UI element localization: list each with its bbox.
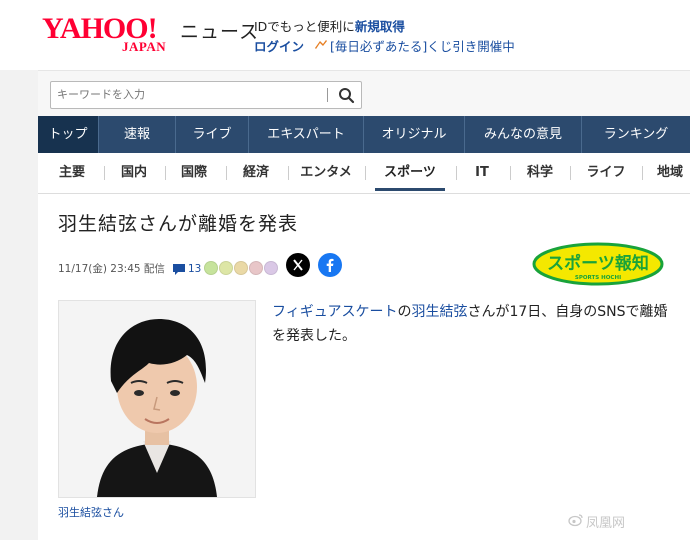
nav-breaking[interactable]: 速報 [99,116,176,153]
signup-link[interactable]: 新規取得 [355,19,405,34]
id-promo: IDでもっと便利に新規取得 [254,19,405,35]
search-input[interactable] [51,82,333,106]
category-divider [510,166,511,180]
photo-caption[interactable]: 羽生結弦さん [58,504,124,520]
reaction-face-icon [234,261,248,275]
share-x-button[interactable] [286,253,310,277]
nav-top[interactable]: トップ [38,116,99,153]
search-box [50,81,362,109]
weibo-icon [568,513,584,531]
promo-text: IDでもっと便利に [254,19,355,34]
category-divider [226,166,227,180]
publish-date: 11/17(金) 23:45 配信 [58,263,165,275]
category-divider [165,166,166,180]
nav-original[interactable]: オリジナル [364,116,465,153]
comment-icon[interactable] [172,262,186,284]
category-main[interactable]: 主要 [52,163,92,183]
category-divider [570,166,571,180]
category-entertainment[interactable]: エンタメ [296,163,356,183]
figure-skating-link[interactable]: フィギュアスケート [272,304,397,320]
search-divider [327,88,328,102]
sponsor-name: スポーツ報知 [547,253,649,274]
category-divider [365,166,366,180]
article-body: フィギュアスケートの羽生結弦さんが17日、自身のSNSで離婚を発表した。 [272,300,672,348]
service-name[interactable]: ニュース [180,20,259,44]
category-divider [288,166,289,180]
article-title: 羽生結弦さんが離婚を発表 [58,213,299,235]
category-divider [456,166,457,180]
login-row: ログイン [毎日必ずあたる]くじ引き開催中 [254,39,515,55]
category-nav: 主要 国内 国際 経済 エンタメ スポーツ IT 科学 ライフ 地域 [38,153,690,194]
category-life[interactable]: ライフ [578,163,634,183]
category-domestic[interactable]: 国内 [114,163,154,183]
category-local[interactable]: 地域 [650,163,690,183]
category-international[interactable]: 国際 [174,163,214,183]
nav-expert[interactable]: エキスパート [249,116,364,153]
sports-hochi-logo[interactable]: スポーツ報知 SPORTS HOCHI [532,242,664,286]
category-sports[interactable]: スポーツ [375,163,445,183]
reaction-face-icon [264,261,278,275]
comment-count[interactable]: 13 [188,258,201,280]
facebook-logo-icon [326,258,334,272]
nav-opinions[interactable]: みんなの意見 [465,116,582,153]
nav-live[interactable]: ライブ [176,116,249,153]
share-facebook-button[interactable] [318,253,342,277]
portrait-image [59,301,255,497]
category-divider [104,166,105,180]
category-economy[interactable]: 経済 [236,163,276,183]
hanyu-link[interactable]: 羽生結弦 [411,304,467,320]
article-photo[interactable] [58,300,256,498]
yahoo-japan-logo[interactable]: YAHOO! JAPAN [42,14,166,54]
watermark: 凤凰网 [568,512,626,531]
article-meta: 11/17(金) 23:45 配信 13 [58,258,358,280]
search-area [38,70,690,117]
reaction-face-icon [219,261,233,275]
category-it[interactable]: IT [464,163,500,183]
watermark-text: 凤凰网 [586,516,626,531]
search-icon [339,88,355,104]
category-divider [642,166,643,180]
lottery-link[interactable]: [毎日必ずあたる]くじ引き開催中 [330,39,515,54]
category-science[interactable]: 科学 [520,163,560,183]
main-nav: トップ 速報 ライブ エキスパート オリジナル みんなの意見 ランキング [38,116,690,153]
reaction-face-icon [249,261,263,275]
top-header: YAHOO! JAPAN ニュース IDでもっと便利に新規取得 ログイン [毎日… [0,0,690,70]
sponsor-subname: SPORTS HOCHI [575,275,621,281]
lottery-icon [314,39,328,55]
reaction-face-icon [204,261,218,275]
active-category-indicator [375,188,445,191]
login-link[interactable]: ログイン [254,39,304,54]
reaction-faces[interactable] [204,261,279,283]
body-text-1: の [397,304,412,320]
search-button[interactable] [335,84,357,106]
nav-ranking[interactable]: ランキング [582,116,690,153]
x-logo-icon [293,259,303,271]
logo-subtext: JAPAN [122,39,167,54]
article: 羽生結弦さんが離婚を発表 11/17(金) 23:45 配信 13 スポーツ報知… [38,194,690,540]
